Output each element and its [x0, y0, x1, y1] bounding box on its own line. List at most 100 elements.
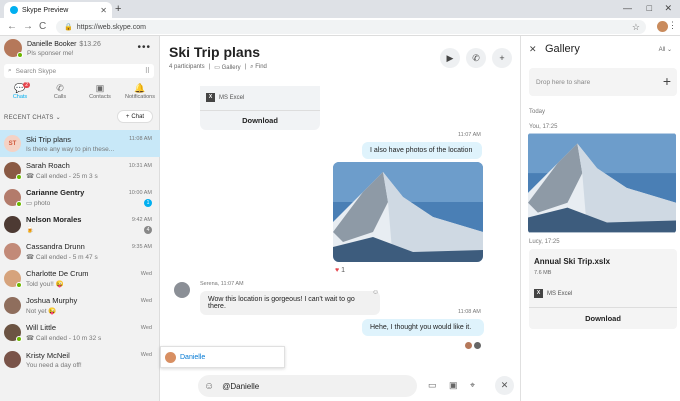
- file-share-icon[interactable]: ▭: [428, 380, 437, 391]
- profile-avatar[interactable]: [4, 39, 23, 58]
- shared-photo[interactable]: [333, 162, 483, 262]
- add-reaction-icon[interactable]: ☺: [372, 289, 379, 296]
- browser-profile-avatar[interactable]: [657, 21, 668, 32]
- message-timestamp: 11:07 AM: [458, 132, 481, 138]
- drop-zone[interactable]: Drop here to share +: [529, 68, 677, 96]
- tab-notifications[interactable]: 🔔 Notifications: [122, 83, 158, 105]
- search-input[interactable]: ⌕ Search Skype ⠿: [4, 64, 154, 78]
- chat-preview: ☎ Call ended - 10 m 32 s: [26, 334, 160, 342]
- chat-list-item[interactable]: Kristy McNeil You need a day off! Wed: [0, 346, 160, 373]
- chat-preview: ☎ Call ended - 25 m 3 s: [26, 172, 160, 180]
- avatar: [4, 324, 22, 342]
- message-bubble[interactable]: I also have photos of the location: [362, 142, 482, 159]
- gallery-filter-label: All: [658, 47, 666, 53]
- window-close-button[interactable]: ✕: [664, 3, 672, 14]
- dialpad-icon[interactable]: ⠿: [145, 67, 150, 75]
- new-chat-label: Chat: [131, 113, 145, 120]
- gallery-link-label: Gallery: [221, 65, 241, 71]
- skype-logo-icon: [10, 6, 18, 14]
- message-input[interactable]: [222, 381, 373, 391]
- chat-preview-text: Call ended - 5 m 47 s: [35, 254, 98, 261]
- mountain-photo: [528, 133, 676, 233]
- message-bubble[interactable]: Hehe, I thought you would like it.: [362, 319, 484, 336]
- avatar: [4, 351, 21, 368]
- tab-chats[interactable]: 💬 2 Chats: [2, 82, 38, 105]
- avatar: [4, 189, 22, 207]
- chat-list-item[interactable]: Cassandra Drunn ☎ Call ended - 5 m 47 s 9…: [0, 238, 160, 265]
- call-ended-icon: ☎: [26, 173, 36, 180]
- search-placeholder: Search Skype: [15, 67, 57, 75]
- chat-time: 10:00 AM: [128, 190, 152, 196]
- audio-call-button[interactable]: ✆: [466, 48, 486, 68]
- chat-list-item[interactable]: Sarah Roach ☎ Call ended - 25 m 3 s 10:31…: [0, 157, 160, 184]
- url-field[interactable]: 🔒 https://web.skype.com ☆: [56, 20, 646, 34]
- address-bar-row: ← → C 🔒 https://web.skype.com ☆ ⋮: [0, 18, 680, 36]
- presence-dot: [16, 336, 22, 342]
- gallery-file-card[interactable]: Annual Ski Trip.xslx 7.6 MB X MS Excel Do…: [529, 249, 677, 329]
- reaction[interactable]: ♥ 1: [335, 267, 345, 274]
- emoji-icon[interactable]: ☺: [204, 381, 214, 392]
- add-person-icon: +: [499, 53, 505, 63]
- chat-list-item[interactable]: Carianne Gentry ▭ photo 10:00 AM 1: [0, 184, 160, 211]
- tab-contacts-label: Contacts: [89, 94, 111, 100]
- participants-link[interactable]: 4 participants: [169, 64, 205, 71]
- reload-button[interactable]: C: [39, 21, 46, 32]
- read-receipts: [465, 342, 481, 349]
- chat-list-item[interactable]: Will Little ☎ Call ended - 10 m 32 s Wed: [0, 319, 160, 346]
- chat-list-item[interactable]: Charlotte De Crum Told you!! 😜 Wed: [0, 265, 160, 292]
- download-button[interactable]: Download: [200, 110, 320, 130]
- call-ended-icon: ☎: [26, 335, 36, 342]
- gallery-file-type: MS Excel: [547, 290, 573, 297]
- location-icon[interactable]: ⌖: [470, 380, 475, 391]
- find-link[interactable]: ⌕ Find: [250, 64, 267, 71]
- new-tab-button[interactable]: +: [115, 3, 121, 15]
- sender-avatar[interactable]: [174, 282, 190, 298]
- add-participant-button[interactable]: +: [492, 48, 512, 68]
- gallery-icon: ▭: [214, 65, 222, 71]
- bookmark-star-icon[interactable]: ☆: [632, 22, 640, 33]
- conversation-subheader: 4 participants | ▭ Gallery | ⌕ Find: [169, 64, 267, 71]
- file-card: X MS Excel Download: [200, 86, 320, 130]
- gallery-download-button[interactable]: Download: [529, 307, 677, 329]
- nav-tabs: 💬 2 Chats ✆ Calls ▣ Contacts 🔔 Notificat…: [0, 82, 160, 105]
- chat-list-item[interactable]: ST Ski Trip plans Is there any way to pin…: [0, 130, 160, 157]
- mention-suggestion[interactable]: Danielle: [160, 346, 285, 368]
- unread-badge: 1: [144, 199, 152, 207]
- heart-icon: ♥: [335, 267, 340, 274]
- chat-preview: You need a day off!: [26, 361, 82, 369]
- avatar: [4, 270, 22, 288]
- tab-contacts[interactable]: ▣ Contacts: [82, 83, 118, 105]
- chat-list-item[interactable]: Nelson Morales 🍺 9:42 AM 4: [0, 211, 160, 238]
- forward-button[interactable]: →: [23, 21, 33, 32]
- gallery-item-sender: Lucy, 17:25: [529, 239, 560, 245]
- message-timestamp: 11:08 AM: [458, 309, 481, 315]
- profile-header[interactable]: Danielle Booker $13.26 Pls sponser me!: [4, 39, 101, 58]
- tab-calls[interactable]: ✆ Calls: [42, 83, 78, 105]
- profile-status: Pls sponser me!: [27, 50, 74, 57]
- phone-icon: ✆: [56, 83, 64, 93]
- minimize-button[interactable]: —: [623, 3, 632, 13]
- presence-dot: [16, 201, 22, 207]
- gallery-photo[interactable]: [528, 133, 676, 233]
- gallery-close-icon[interactable]: ✕: [529, 44, 537, 55]
- recent-chats-header[interactable]: RECENT CHATS ⌄: [4, 114, 61, 121]
- chat-time: Wed: [140, 298, 152, 304]
- photo-icon: ▭: [26, 200, 34, 207]
- contact-card-icon[interactable]: ▣: [449, 380, 458, 391]
- video-call-button[interactable]: ▶: [440, 48, 460, 68]
- browser-menu-icon[interactable]: ⋮: [668, 20, 677, 31]
- maximize-button[interactable]: □: [647, 3, 652, 13]
- back-button[interactable]: ←: [7, 21, 17, 32]
- chat-list-item[interactable]: Joshua Murphy Not yet 😜 Wed: [0, 292, 160, 319]
- tab-calls-label: Calls: [53, 94, 67, 100]
- add-icon[interactable]: +: [663, 73, 671, 89]
- browser-tab[interactable]: Skype Preview ✕: [4, 2, 112, 18]
- more-options-icon[interactable]: •••: [137, 42, 151, 53]
- gallery-link[interactable]: ▭ Gallery: [214, 64, 240, 71]
- gallery-filter-dropdown[interactable]: All ⌄: [659, 46, 672, 53]
- close-composer-button[interactable]: ✕: [495, 376, 514, 395]
- new-chat-button[interactable]: + Chat: [117, 110, 153, 123]
- message-bubble[interactable]: Wow this location is gorgeous! I can't w…: [200, 291, 380, 315]
- gallery-file-name: Annual Ski Trip.xslx: [534, 257, 611, 266]
- close-tab-icon[interactable]: ✕: [100, 6, 107, 15]
